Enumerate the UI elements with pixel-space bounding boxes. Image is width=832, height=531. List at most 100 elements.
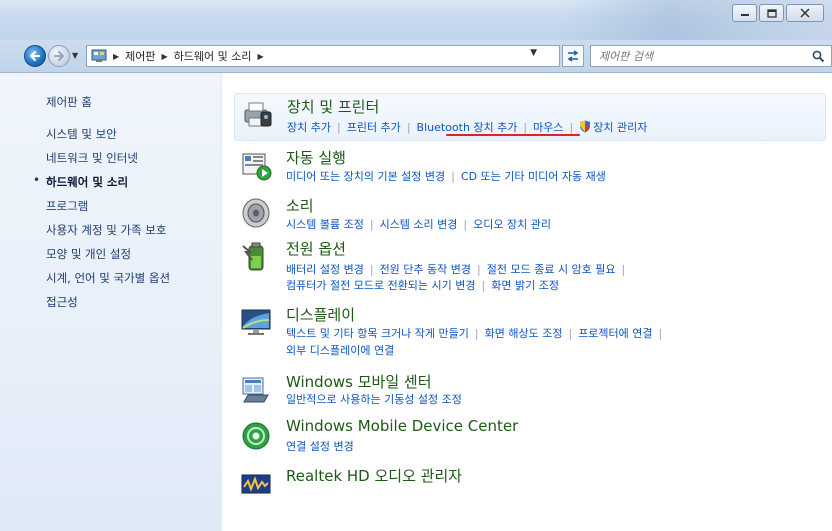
change-connection-settings-link[interactable]: 연결 설정 변경 xyxy=(286,440,354,453)
maximize-icon xyxy=(766,8,777,18)
category-links: 장치 추가 | 프린터 추가 | Bluetooth 장치 추가 | 마우스 | 장치 관리자 xyxy=(287,119,647,135)
add-device-link[interactable]: 장치 추가 xyxy=(287,121,331,134)
minimize-icon xyxy=(740,14,749,16)
add-bluetooth-device-link[interactable]: Bluetooth 장치 추가 xyxy=(417,121,518,134)
autoplay-cd-media-link[interactable]: CD 또는 기타 미디어 자동 재생 xyxy=(461,170,606,183)
category-title[interactable]: Windows Mobile Device Center xyxy=(286,417,518,435)
sidebar-item-user-accounts[interactable]: 사용자 계정 및 가족 보호 xyxy=(46,222,166,238)
address-bar[interactable]: ▶ 제어판 ▶ 하드웨어 및 소리 ▶ ▼ xyxy=(86,45,560,67)
breadcrumb-separator[interactable]: ▶ xyxy=(162,52,168,61)
power-battery-icon xyxy=(242,242,264,271)
category-realtek-audio: Realtek HD 오디오 관리자 xyxy=(234,463,824,497)
close-button[interactable] xyxy=(786,4,824,22)
category-mobility-center: Windows 모바일 센터 일반적으로 사용하는 기동성 설정 조정 xyxy=(234,369,824,411)
navigation-bar: ▼ ▶ 제어판 ▶ 하드웨어 및 소리 ▶ ▼ xyxy=(0,40,832,73)
sidebar: 제어판 홈 시스템 및 보안 네트워크 및 인터넷 • 하드웨어 및 소리 프로… xyxy=(0,73,222,531)
category-links: 일반적으로 사용하는 기동성 설정 조정 xyxy=(286,391,462,407)
link-separator: | xyxy=(523,121,528,134)
sidebar-item-clock-language-region[interactable]: 시계, 언어 및 국가별 옵션 xyxy=(46,270,170,286)
link-separator: | xyxy=(569,121,574,134)
category-title[interactable]: 소리 xyxy=(286,195,314,216)
breadcrumb-separator[interactable]: ▶ xyxy=(258,52,264,61)
change-default-media-settings-link[interactable]: 미디어 또는 장치의 기본 설정 변경 xyxy=(286,170,445,183)
connect-to-projector-link[interactable]: 프로젝터에 연결 xyxy=(578,327,652,340)
adjust-mobility-settings-link[interactable]: 일반적으로 사용하는 기동성 설정 조정 xyxy=(286,393,462,406)
change-power-button-link[interactable]: 전원 단추 동작 변경 xyxy=(380,263,471,276)
category-title[interactable]: 디스플레이 xyxy=(286,304,355,325)
forward-button[interactable] xyxy=(48,45,70,67)
breadcrumb-hardware-sound[interactable]: 하드웨어 및 소리 xyxy=(174,48,252,64)
adjust-screen-resolution-link[interactable]: 화면 해상도 조정 xyxy=(485,327,563,340)
sidebar-item-network-internet[interactable]: 네트워크 및 인터넷 xyxy=(46,150,138,166)
category-links: 연결 설정 변경 xyxy=(286,438,354,454)
autoplay-icon xyxy=(242,153,272,181)
category-links: 외부 디스플레이에 연결 xyxy=(286,342,394,358)
link-separator: | xyxy=(621,263,626,276)
adjust-screen-brightness-link[interactable]: 화면 밝기 조정 xyxy=(491,279,559,292)
category-links: 시스템 볼륨 조정 | 시스템 소리 변경 | 오디오 장치 관리 xyxy=(286,216,551,232)
category-title[interactable]: Realtek HD 오디오 관리자 xyxy=(286,465,462,486)
category-title[interactable]: Windows 모바일 센터 xyxy=(286,371,432,392)
category-autoplay: 자동 실행 미디어 또는 장치의 기본 설정 변경 | CD 또는 기타 미디어 자… xyxy=(234,145,824,187)
address-dropdown[interactable]: ▼ xyxy=(530,48,537,58)
adjust-system-volume-link[interactable]: 시스템 볼륨 조정 xyxy=(286,218,364,231)
sidebar-item-hardware-sound[interactable]: 하드웨어 및 소리 xyxy=(46,174,128,190)
sidebar-item-system-security[interactable]: 시스템 및 보안 xyxy=(46,126,117,142)
speaker-icon xyxy=(242,198,270,228)
link-separator: | xyxy=(369,263,374,276)
sidebar-item-programs[interactable]: 프로그램 xyxy=(46,198,88,214)
link-separator: | xyxy=(658,327,663,340)
connect-external-display-link[interactable]: 외부 디스플레이에 연결 xyxy=(286,344,394,357)
sidebar-item-accessibility[interactable]: 접근성 xyxy=(46,294,78,310)
device-manager-link[interactable]: 장치 관리자 xyxy=(593,121,647,134)
change-battery-settings-link[interactable]: 배터리 설정 변경 xyxy=(286,263,364,276)
devices-printers-icon xyxy=(244,102,272,127)
annotation-underline xyxy=(446,134,580,136)
link-separator: | xyxy=(477,263,481,276)
minimize-button[interactable] xyxy=(732,4,757,22)
link-separator: | xyxy=(568,327,573,340)
breadcrumb-separator: ▶ xyxy=(113,51,120,61)
require-password-on-wakeup-link[interactable]: 절전 모드 종료 시 암호 필요 xyxy=(487,263,616,276)
category-title[interactable]: 장치 및 프린터 xyxy=(287,96,379,117)
current-page-bullet: • xyxy=(33,173,41,187)
link-separator: | xyxy=(369,218,374,231)
back-button[interactable] xyxy=(24,45,46,67)
control-panel-window: ▼ ▶ 제어판 ▶ 하드웨어 및 소리 ▶ ▼ 제어판 검색 제어판 홈 시스템… xyxy=(0,0,832,531)
link-separator: | xyxy=(336,121,341,134)
uac-shield-icon xyxy=(580,120,591,133)
link-separator: | xyxy=(463,218,468,231)
refresh-button[interactable] xyxy=(562,45,584,67)
forward-arrow-icon xyxy=(54,51,64,61)
recent-pages-dropdown[interactable]: ▼ xyxy=(72,51,78,60)
search-box[interactable] xyxy=(590,45,832,67)
control-panel-icon xyxy=(91,49,107,62)
search-icon[interactable] xyxy=(812,50,825,63)
category-links: 배터리 설정 변경 | 전원 단추 동작 변경 | 절전 모드 종료 시 암호 필요 | xyxy=(286,261,631,277)
main-content: 장치 및 프린터 장치 추가 | 프린터 추가 | Bluetooth 장치 추가 | 마우… xyxy=(222,73,832,531)
manage-audio-devices-link[interactable]: 오디오 장치 관리 xyxy=(473,218,551,231)
display-monitor-icon xyxy=(241,309,271,335)
category-links: 컴퓨터가 절전 모드로 전환되는 시기 변경 | 화면 밝기 조정 xyxy=(286,277,559,293)
change-sleep-time-link[interactable]: 컴퓨터가 절전 모드로 전환되는 시기 변경 xyxy=(286,279,476,292)
category-links: 미디어 또는 장치의 기본 설정 변경 | CD 또는 기타 미디어 자동 재생 xyxy=(286,168,606,184)
change-system-sounds-link[interactable]: 시스템 소리 변경 xyxy=(380,218,458,231)
category-display: 디스플레이 텍스트 및 기타 항목 크거나 작게 만들기 | 화면 해상도 조정 | 프… xyxy=(234,302,824,364)
caption-buttons xyxy=(730,4,824,22)
category-sound: 소리 시스템 볼륨 조정 | 시스템 소리 변경 | 오디오 장치 관리 xyxy=(234,193,824,235)
mobile-device-center-icon xyxy=(242,422,270,450)
category-title[interactable]: 전원 옵션 xyxy=(286,238,346,259)
category-devices-printers: 장치 및 프린터 장치 추가 | 프린터 추가 | Bluetooth 장치 추가 | 마우… xyxy=(234,93,826,141)
sidebar-item-appearance[interactable]: 모양 및 개인 설정 xyxy=(46,246,131,262)
add-printer-link[interactable]: 프린터 추가 xyxy=(347,121,401,134)
link-separator: | xyxy=(481,279,486,292)
search-input[interactable] xyxy=(597,49,801,64)
category-links: 텍스트 및 기타 항목 크거나 작게 만들기 | 화면 해상도 조정 | 프로젝터에 연… xyxy=(286,325,668,341)
sidebar-item-control-panel-home[interactable]: 제어판 홈 xyxy=(46,94,92,110)
mouse-link[interactable]: 마우스 xyxy=(533,121,563,134)
maximize-button[interactable] xyxy=(759,4,784,22)
category-title[interactable]: 자동 실행 xyxy=(286,147,346,168)
link-separator: | xyxy=(406,121,411,134)
make-text-larger-smaller-link[interactable]: 텍스트 및 기타 항목 크거나 작게 만들기 xyxy=(286,327,469,340)
breadcrumb-control-panel[interactable]: 제어판 xyxy=(125,48,155,64)
